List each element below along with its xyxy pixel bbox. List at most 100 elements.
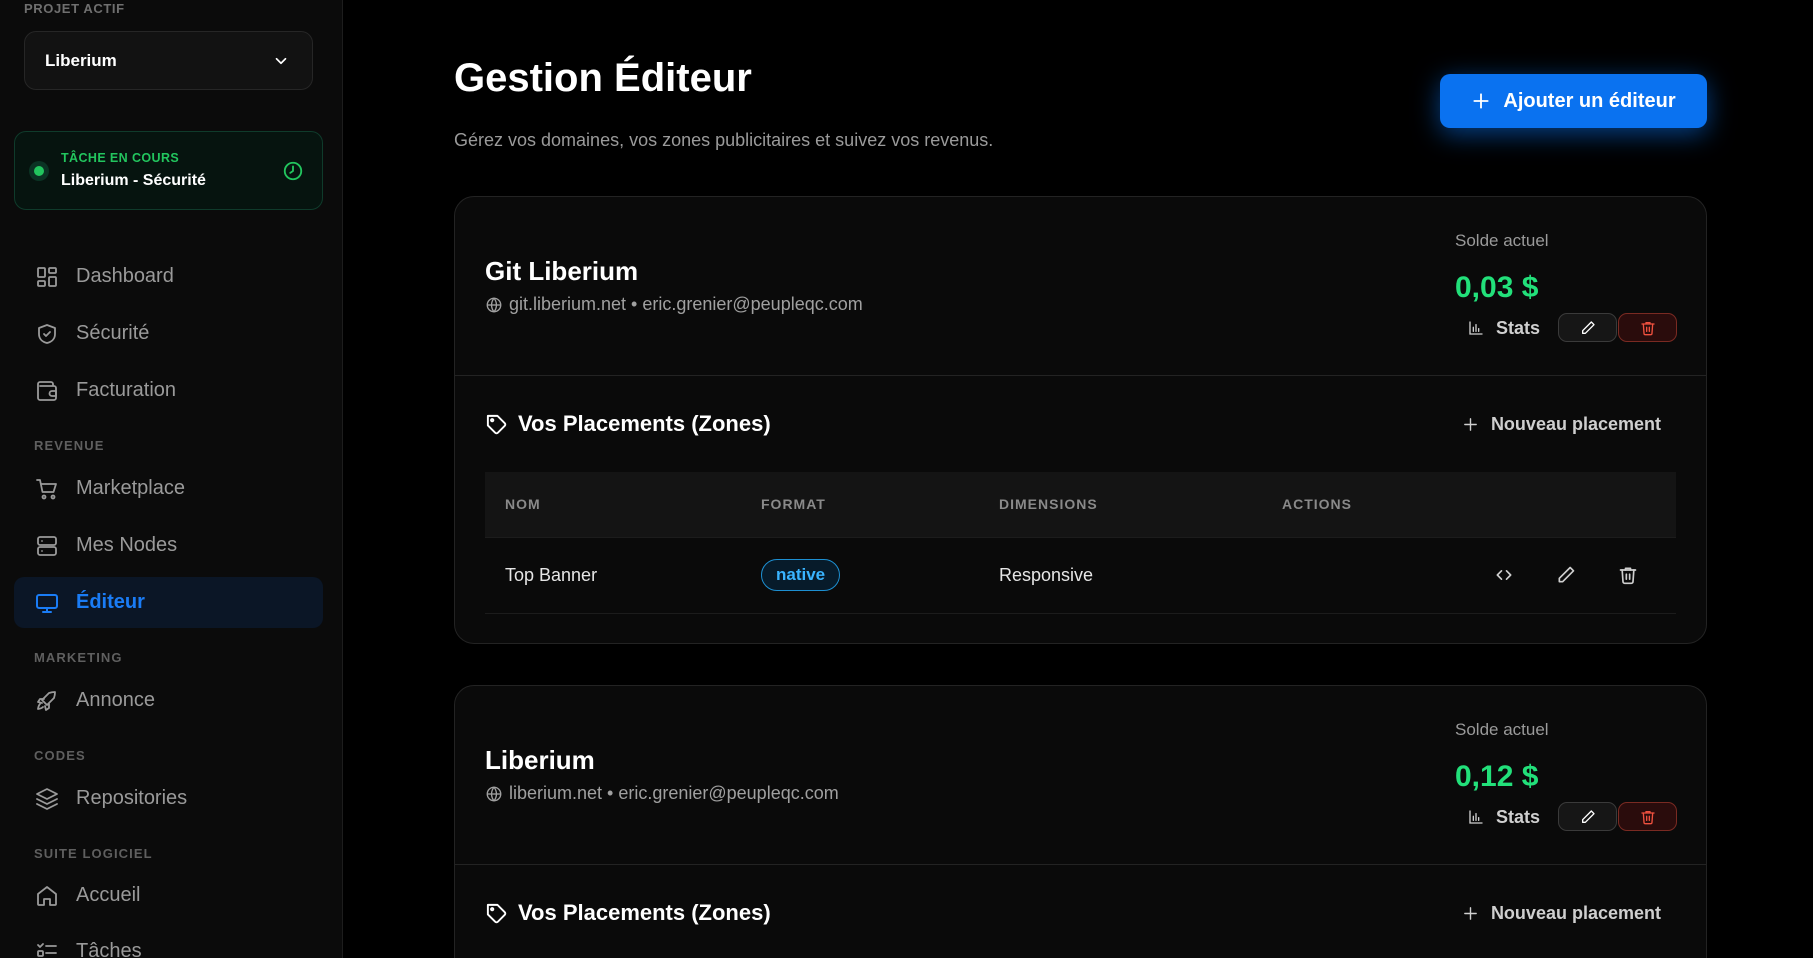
publisher-domain-email: git.liberium.net • eric.grenier@peupleqc… [509, 294, 863, 314]
sidebar-item-label: Mes Nodes [76, 534, 178, 556]
stats-button[interactable]: Stats [1468, 313, 1540, 343]
cart-icon [35, 477, 59, 501]
pencil-icon [1580, 809, 1596, 825]
placements-section: Vos Placements (Zones) Nouveau placement [455, 865, 1706, 958]
placement-actions-cell [1262, 536, 1676, 614]
sidebar-item-nodes[interactable]: Mes Nodes [14, 520, 323, 571]
sidebar-item-taches[interactable]: Tâches [14, 926, 323, 958]
stats-label: Stats [1496, 317, 1541, 338]
balance-value: 0,12 $ [1455, 760, 1539, 793]
trash-icon [1640, 809, 1656, 825]
placements-title: Vos Placements (Zones) [485, 411, 771, 437]
section-revenue: REVENUE [34, 438, 105, 453]
publisher-card: Git Liberium git.liberium.net • eric.gre… [454, 196, 1707, 644]
status-dot-icon [29, 160, 49, 181]
publisher-name: Liberium [485, 745, 595, 775]
placement-name: Top Banner [485, 536, 741, 614]
sidebar-item-label: Sécurité [76, 322, 150, 344]
sidebar-item-label: Accueil [76, 884, 141, 906]
edit-publisher-button[interactable] [1558, 802, 1617, 831]
code-icon[interactable] [1490, 561, 1518, 589]
publisher-meta: liberium.net • eric.grenier@peupleqc.com [485, 783, 839, 804]
placement-dimensions: Responsive [979, 536, 1262, 614]
sidebar-item-label: Facturation [76, 379, 177, 401]
table-row: Top Banner native Responsive [485, 536, 1676, 614]
trash-icon [1640, 320, 1656, 336]
sidebar-item-facturation[interactable]: Facturation [14, 365, 323, 416]
stats-label: Stats [1496, 806, 1541, 827]
column-header: ACTIONS [1282, 496, 1352, 513]
project-label: PROJET ACTIF [24, 1, 125, 16]
pencil-icon[interactable] [1552, 561, 1580, 589]
new-placement-button[interactable]: Nouveau placement [1462, 414, 1661, 435]
new-placement-button[interactable]: Nouveau placement [1462, 903, 1661, 924]
edit-publisher-button[interactable] [1558, 313, 1617, 342]
shield-icon [35, 322, 59, 346]
chart-icon [1468, 320, 1496, 336]
task-title: TÂCHE EN COURS [61, 151, 180, 165]
sidebar-item-label: Annonce [76, 689, 155, 711]
placements-title: Vos Placements (Zones) [485, 900, 771, 926]
placements-title-text: Vos Placements (Zones) [518, 900, 771, 925]
plus-icon [1462, 905, 1491, 922]
page-subtitle: Gérez vos domaines, vos zones publicitai… [454, 130, 994, 150]
current-task-card[interactable]: TÂCHE EN COURS Liberium - Sécurité [14, 131, 323, 210]
sidebar-item-label: Repositories [76, 787, 188, 809]
column-header: NOM [505, 496, 541, 513]
format-badge: native [761, 559, 841, 591]
publisher-name: Git Liberium [485, 256, 639, 286]
clock-icon [282, 160, 304, 182]
layers-icon [35, 787, 59, 811]
dashboard-icon [35, 265, 59, 289]
sidebar-item-accueil[interactable]: Accueil [14, 870, 323, 921]
new-placement-label: Nouveau placement [1490, 902, 1661, 923]
list-check-icon [35, 940, 59, 958]
trash-icon[interactable] [1614, 561, 1642, 589]
sidebar: PROJET ACTIF Liberium TÂCHE EN COURS Lib… [0, 0, 343, 958]
globe-icon [485, 296, 509, 314]
sidebar-item-repositories[interactable]: Repositories [14, 773, 323, 824]
publisher-meta: git.liberium.net • eric.grenier@peupleqc… [485, 294, 863, 315]
stats-button[interactable]: Stats [1468, 802, 1540, 832]
pencil-icon [1580, 320, 1596, 336]
placement-format-cell: native [741, 536, 979, 614]
page-title: Gestion Éditeur [454, 56, 752, 100]
home-icon [35, 884, 59, 908]
publisher-card: Liberium liberium.net • eric.grenier@peu… [454, 685, 1707, 958]
sidebar-item-label: Marketplace [76, 477, 185, 499]
publisher-domain-email: liberium.net • eric.grenier@peupleqc.com [509, 783, 839, 803]
balance-label: Solde actuel [1455, 231, 1549, 250]
project-name: Liberium [45, 50, 117, 70]
server-icon [35, 534, 59, 558]
section-codes: CODES [34, 748, 86, 763]
sidebar-item-annonce[interactable]: Annonce [14, 675, 323, 726]
chevron-down-icon [272, 52, 290, 70]
sidebar-item-label: Éditeur [76, 591, 145, 613]
wallet-icon [35, 379, 59, 403]
sidebar-item-label: Dashboard [76, 265, 174, 287]
table-header-row: NOM FORMAT DIMENSIONS ACTIONS [485, 472, 1676, 537]
balance-label: Solde actuel [1455, 720, 1549, 739]
placements-table: NOM FORMAT DIMENSIONS ACTIONS Top Banner… [485, 472, 1676, 614]
new-placement-label: Nouveau placement [1490, 413, 1661, 434]
delete-publisher-button[interactable] [1618, 313, 1677, 342]
add-publisher-button[interactable]: Ajouter un éditeur [1440, 74, 1707, 128]
column-header: DIMENSIONS [999, 496, 1098, 513]
tag-icon [485, 902, 518, 925]
plus-icon [1462, 416, 1491, 433]
sidebar-item-label: Tâches [76, 940, 142, 958]
sidebar-item-securite[interactable]: Sécurité [14, 308, 323, 359]
sidebar-item-editeur[interactable]: Éditeur [14, 577, 323, 628]
task-name: Liberium - Sécurité [61, 172, 206, 189]
chart-icon [1468, 809, 1496, 825]
sidebar-item-dashboard[interactable]: Dashboard [14, 251, 323, 302]
section-suite: SUITE LOGICIEL [34, 846, 153, 861]
tag-icon [485, 413, 518, 436]
section-marketing: MARKETING [34, 650, 123, 665]
project-select[interactable]: Liberium [24, 31, 313, 90]
delete-publisher-button[interactable] [1618, 802, 1677, 831]
placements-section: Vos Placements (Zones) Nouveau placement… [455, 376, 1706, 614]
placements-title-text: Vos Placements (Zones) [518, 411, 771, 436]
sidebar-item-marketplace[interactable]: Marketplace [14, 463, 323, 514]
column-header: FORMAT [761, 496, 826, 513]
